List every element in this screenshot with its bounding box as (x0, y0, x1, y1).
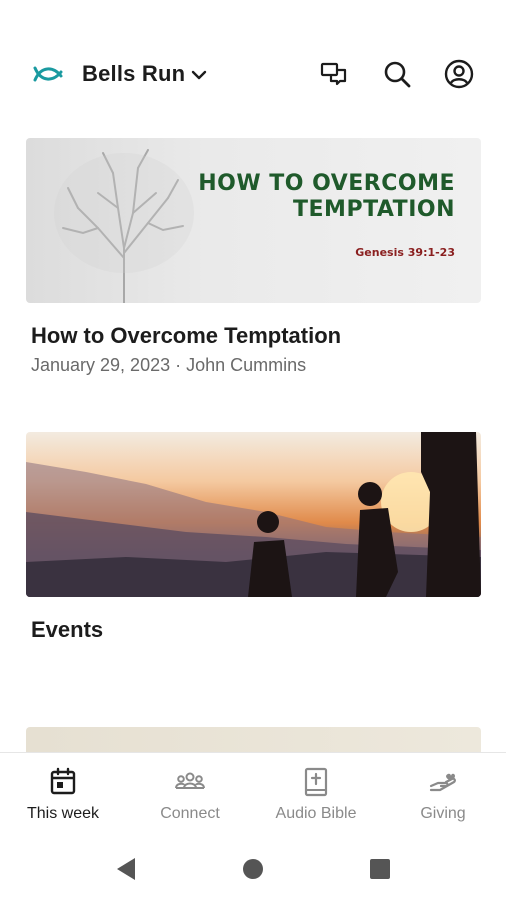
account-icon (444, 59, 474, 89)
system-navigation-bar (0, 838, 506, 900)
nav-label-connect: Connect (160, 805, 220, 822)
nav-label-this-week: This week (26, 805, 100, 822)
search-icon (384, 61, 411, 88)
recents-icon[interactable] (365, 854, 395, 884)
back-icon[interactable] (111, 854, 141, 884)
nav-audio-bible[interactable]: Audio Bible (253, 767, 379, 823)
chevron-down-icon[interactable] (190, 66, 208, 84)
chat-button[interactable] (318, 58, 350, 90)
sermon-card[interactable]: HOW TO OVERCOME TEMPTATION Genesis 39:1-… (26, 138, 481, 376)
third-card-image[interactable] (26, 727, 481, 755)
nav-label-audio-bible: Audio Bible (275, 805, 357, 822)
third-card-peek[interactable] (26, 727, 481, 755)
events-image[interactable] (26, 432, 481, 597)
nav-giving[interactable]: Giving (380, 767, 506, 823)
sermon-image-heading-line2: TEMPTATION (293, 197, 455, 222)
sermon-image-heading: HOW TO OVERCOME TEMPTATION (198, 171, 455, 223)
nav-label-giving: Giving (420, 805, 466, 822)
events-card[interactable]: Events (26, 432, 481, 643)
sermon-title[interactable]: How to Overcome Temptation (31, 323, 481, 349)
nav-connect[interactable]: Connect (127, 767, 253, 823)
bible-icon (304, 767, 328, 797)
search-button[interactable] (381, 58, 413, 90)
sermon-image-reference: Genesis 39:1-23 (355, 246, 455, 259)
fish-icon (33, 66, 63, 82)
chat-icon (320, 62, 347, 86)
tree-graphic (54, 149, 194, 303)
nav-this-week[interactable]: This week (0, 767, 126, 823)
app-header: Bells Run (0, 0, 506, 130)
account-button[interactable] (443, 58, 475, 90)
sermon-image[interactable]: HOW TO OVERCOME TEMPTATION Genesis 39:1-… (26, 138, 481, 303)
giving-hand-icon (429, 773, 456, 792)
sermon-image-heading-line1: HOW TO OVERCOME (198, 171, 455, 196)
home-icon[interactable] (238, 854, 268, 884)
events-title[interactable]: Events (31, 617, 481, 643)
sermon-subtitle: January 29, 2023 · John Cummins (31, 355, 307, 375)
events-photo-graphic (26, 432, 481, 597)
group-icon (175, 772, 205, 789)
church-name[interactable]: Bells Run (82, 61, 185, 87)
calendar-icon (50, 767, 76, 795)
bottom-navigation: This week Connect Audio Bible Giving (0, 752, 506, 838)
